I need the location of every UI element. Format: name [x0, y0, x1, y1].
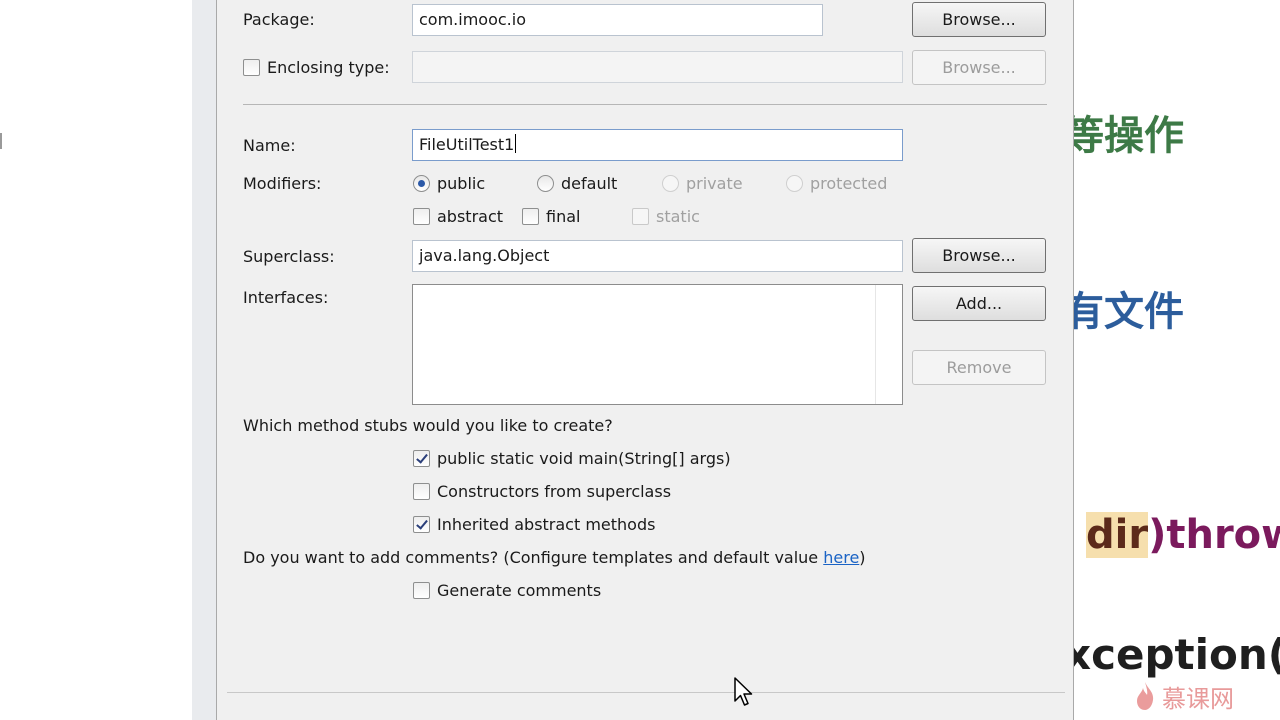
background-gap [192, 0, 216, 720]
background-marker [0, 133, 2, 149]
interfaces-label: Interfaces: [243, 288, 329, 307]
slide-text-line-4: xception(" [1064, 630, 1280, 679]
generate-comments-label[interactable]: Generate comments [437, 581, 601, 601]
enclosing-type-checkbox[interactable] [243, 59, 260, 76]
name-field-value: FileUtilTest1 [419, 135, 515, 154]
interfaces-list-divider [875, 285, 876, 404]
background-left-area [0, 0, 192, 720]
slide-text-line-1: 等操作 [1064, 113, 1184, 159]
main-method-label[interactable]: public static void main(String[] args) [437, 449, 731, 469]
static-checkbox[interactable] [632, 208, 649, 225]
slide-text-line-2: 有文件 [1064, 289, 1184, 335]
mouse-pointer-icon [734, 677, 753, 706]
text-caret [515, 134, 517, 153]
protected-radio[interactable] [786, 175, 803, 192]
slide-text-highlight: dir [1086, 512, 1149, 558]
constructors-label[interactable]: Constructors from superclass [437, 482, 671, 502]
separator [243, 104, 1047, 105]
flame-logo-icon [1137, 682, 1154, 710]
comments-question-text: Do you want to add comments? (Configure … [243, 548, 824, 567]
inherited-abstract-methods-label[interactable]: Inherited abstract methods [437, 515, 655, 535]
abstract-checkbox-label[interactable]: abstract [437, 207, 503, 227]
superclass-label: Superclass: [243, 247, 335, 266]
dialog-bottom-separator [227, 692, 1065, 693]
main-method-checkbox[interactable] [413, 450, 430, 467]
public-radio-label[interactable]: public [437, 174, 485, 194]
final-checkbox-label[interactable]: final [546, 207, 580, 227]
inherited-abstract-methods-checkbox[interactable] [413, 516, 430, 533]
private-radio[interactable] [662, 175, 679, 192]
watermark: 慕课网 [1134, 676, 1274, 716]
static-checkbox-label[interactable]: static [656, 207, 700, 227]
protected-radio-label[interactable]: protected [810, 174, 887, 194]
new-java-class-dialog: Package: com.imooc.io Browse... Enclosin… [216, 0, 1074, 720]
interfaces-remove-button[interactable]: Remove [912, 350, 1046, 385]
generate-comments-checkbox[interactable] [413, 582, 430, 599]
slide-text-line-3-rest: )throw [1148, 512, 1280, 558]
comments-question: Do you want to add comments? (Configure … [243, 548, 866, 568]
package-browse-button[interactable]: Browse... [912, 2, 1046, 37]
enclosing-type-label: Enclosing type: [267, 58, 390, 77]
method-stubs-question: Which method stubs would you like to cre… [243, 416, 613, 435]
interfaces-add-button[interactable]: Add... [912, 286, 1046, 321]
enclosing-type-field[interactable] [412, 51, 903, 83]
package-label: Package: [243, 10, 315, 29]
name-field[interactable]: FileUtilTest1 [412, 129, 903, 161]
default-radio-label[interactable]: default [561, 174, 617, 194]
default-radio[interactable] [537, 175, 554, 192]
modifiers-label: Modifiers: [243, 174, 322, 193]
name-label: Name: [243, 136, 296, 155]
comments-question-end: ) [859, 548, 866, 567]
background-slide: 等操作 有文件 dir)throw xception(" [1064, 0, 1280, 720]
slide-text-line-3: dir)throw [1086, 512, 1280, 558]
superclass-browse-button[interactable]: Browse... [912, 238, 1046, 273]
watermark-text: 慕课网 [1162, 684, 1234, 713]
enclosing-type-browse-button[interactable]: Browse... [912, 50, 1046, 85]
constructors-checkbox[interactable] [413, 483, 430, 500]
final-checkbox[interactable] [522, 208, 539, 225]
templates-link[interactable]: here [823, 548, 859, 567]
superclass-field[interactable]: java.lang.Object [412, 240, 903, 272]
abstract-checkbox[interactable] [413, 208, 430, 225]
interfaces-list[interactable] [412, 284, 903, 405]
package-field[interactable]: com.imooc.io [412, 4, 823, 36]
private-radio-label[interactable]: private [686, 174, 743, 194]
public-radio[interactable] [413, 175, 430, 192]
